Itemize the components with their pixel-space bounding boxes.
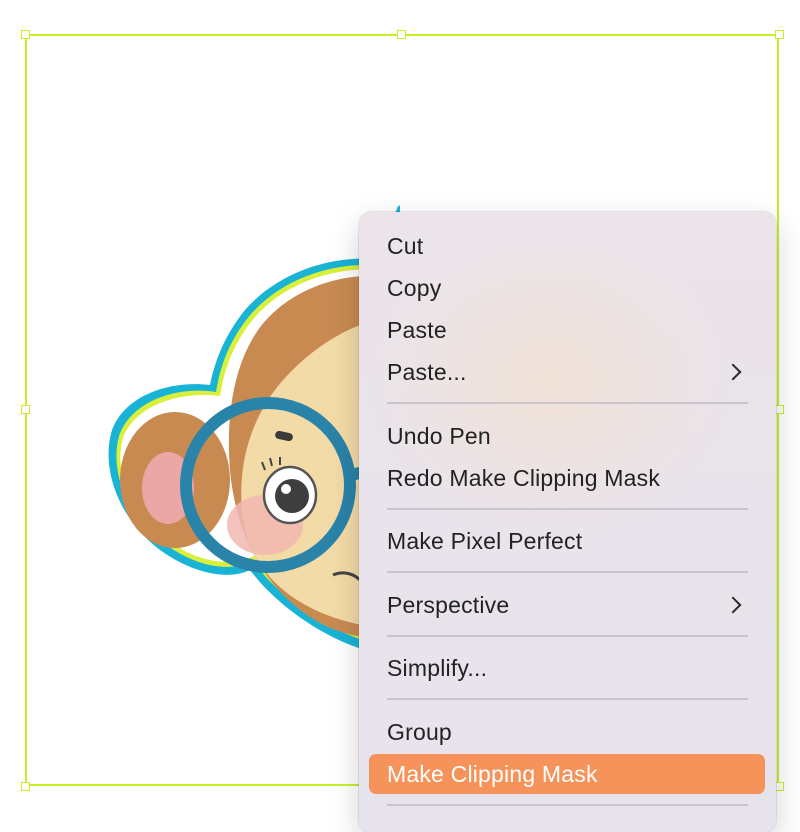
menu-separator	[387, 402, 748, 404]
menu-item-undo-pen[interactable]: Undo Pen	[369, 416, 765, 456]
menu-item-label: Simplify...	[387, 654, 488, 681]
menu-separator	[387, 571, 748, 573]
menu-item-simplify[interactable]: Simplify...	[369, 648, 765, 688]
menu-item-label: Undo Pen	[387, 422, 491, 449]
menu-item-perspective[interactable]: Perspective	[369, 585, 765, 625]
context-menu: Cut Copy Paste Paste... Undo Pen Redo Ma…	[359, 212, 776, 832]
menu-item-label: Perspective	[387, 591, 510, 618]
selection-handle-top-right[interactable]	[775, 30, 784, 39]
menu-separator	[387, 635, 748, 637]
selection-handle-middle-left[interactable]	[21, 405, 30, 414]
selection-handle-middle-right[interactable]	[775, 405, 784, 414]
menu-item-label: Make Clipping Mask	[387, 760, 598, 787]
selection-handle-bottom-left[interactable]	[21, 782, 30, 791]
menu-separator	[387, 698, 748, 700]
menu-separator	[387, 508, 748, 510]
menu-item-paste[interactable]: Paste	[369, 310, 765, 350]
menu-item-make-pixel-perfect[interactable]: Make Pixel Perfect	[369, 521, 765, 561]
menu-item-cut[interactable]: Cut	[369, 226, 765, 266]
chevron-right-icon	[724, 596, 742, 614]
menu-item-label: Copy	[387, 274, 442, 301]
selection-handle-top-center[interactable]	[397, 30, 406, 39]
menu-item-label: Paste	[387, 316, 447, 343]
menu-separator	[387, 804, 748, 806]
menu-item-copy[interactable]: Copy	[369, 268, 765, 308]
chevron-right-icon	[724, 363, 742, 381]
menu-item-group[interactable]: Group	[369, 712, 765, 752]
canvas[interactable]: Cut Copy Paste Paste... Undo Pen Redo Ma…	[0, 0, 800, 832]
menu-item-label: Cut	[387, 232, 424, 259]
selection-handle-top-left[interactable]	[21, 30, 30, 39]
menu-item-label: Redo Make Clipping Mask	[387, 464, 661, 491]
menu-item-make-clipping-mask[interactable]: Make Clipping Mask	[369, 754, 765, 794]
menu-item-label: Paste...	[387, 358, 467, 385]
menu-item-label: Make Pixel Perfect	[387, 527, 583, 554]
selection-handle-bottom-right[interactable]	[775, 782, 784, 791]
menu-item-redo-make-clipping-mask[interactable]: Redo Make Clipping Mask	[369, 458, 765, 498]
menu-item-paste-submenu[interactable]: Paste...	[369, 352, 765, 392]
menu-item-label: Group	[387, 718, 452, 745]
